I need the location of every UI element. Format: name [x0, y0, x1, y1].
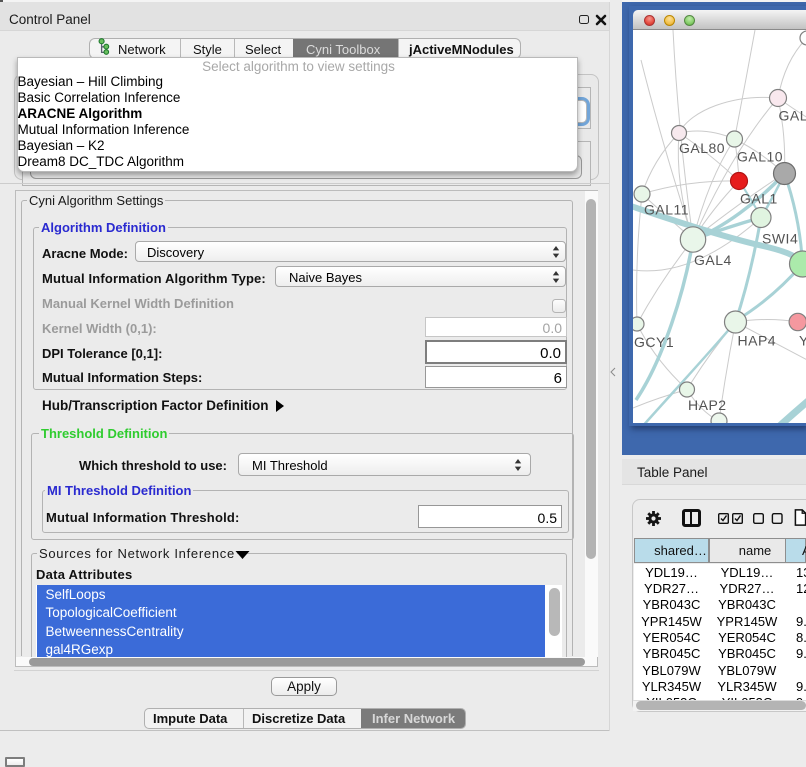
svg-text:HAP2: HAP2 — [688, 397, 727, 413]
svg-text:GAL80: GAL80 — [679, 140, 725, 156]
svg-text:GAL11: GAL11 — [644, 202, 689, 218]
svg-text:GAL10: GAL10 — [737, 149, 783, 165]
svg-text:GAL: GAL — [779, 108, 806, 124]
svg-text:GAL4: GAL4 — [694, 252, 732, 268]
svg-text:GAL1: GAL1 — [740, 191, 778, 207]
svg-text:HAP4: HAP4 — [738, 333, 777, 349]
svg-text:SWI4: SWI4 — [762, 231, 798, 247]
svg-text:GCY1: GCY1 — [634, 334, 674, 350]
svg-text:Y: Y — [799, 333, 806, 349]
